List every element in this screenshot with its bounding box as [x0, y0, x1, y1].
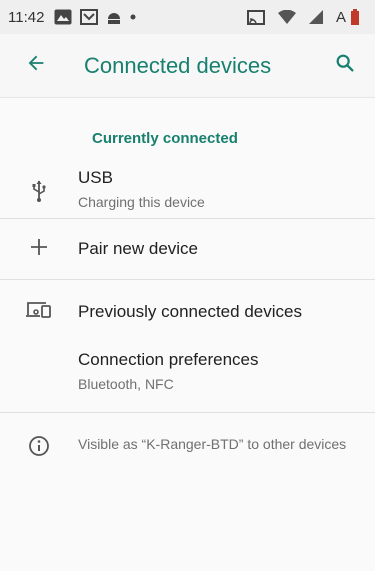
status-bar: 11:42 A [0, 0, 375, 34]
pair-new-device-label: Pair new device [78, 239, 199, 258]
connection-preferences-subtitle: Bluetooth, NFC [78, 376, 174, 392]
battery-icon [351, 9, 359, 25]
back-button[interactable] [8, 34, 64, 98]
usb-subtitle: Charging this device [78, 194, 205, 210]
previously-connected-label: Previously connected devices [78, 302, 302, 321]
signal-icon [308, 10, 323, 24]
usb-title: USB [78, 168, 113, 187]
gallery-icon [54, 9, 72, 25]
search-button[interactable] [321, 34, 369, 98]
visibility-footer: Visible as “K-Ranger-BTD” to other devic… [0, 413, 375, 503]
wifi-icon [277, 10, 296, 24]
search-icon [334, 52, 356, 79]
page-title: Connected devices [84, 52, 272, 78]
plus-icon [30, 238, 48, 261]
usb-item[interactable]: USB Charging this device [0, 150, 375, 218]
cast-icon [246, 9, 265, 25]
devices-icon [26, 301, 52, 324]
app-bar: Connected devices [0, 34, 375, 98]
battery-label: A [335, 8, 346, 26]
status-time: 11:42 [8, 8, 45, 26]
dot-icon [130, 14, 136, 20]
settings-list: Currently connected USB Charging this de… [0, 98, 375, 503]
usb-icon [31, 180, 47, 207]
visibility-text: Visible as “K-Ranger-BTD” to other devic… [78, 436, 347, 452]
mail-icon [80, 9, 99, 25]
previously-connected-item[interactable]: Previously connected devices [0, 280, 375, 344]
connection-preferences-title: Connection preferences [78, 350, 259, 369]
pair-new-device-item[interactable]: Pair new device [0, 219, 375, 279]
arrow-back-icon [25, 52, 47, 79]
android-icon [106, 9, 122, 25]
connection-preferences-item[interactable]: Connection preferences Bluetooth, NFC [0, 344, 375, 412]
info-icon [28, 435, 50, 462]
screen: 11:42 A Connected devices Currently conn… [0, 0, 375, 571]
section-header-currently-connected: Currently connected [92, 130, 238, 147]
